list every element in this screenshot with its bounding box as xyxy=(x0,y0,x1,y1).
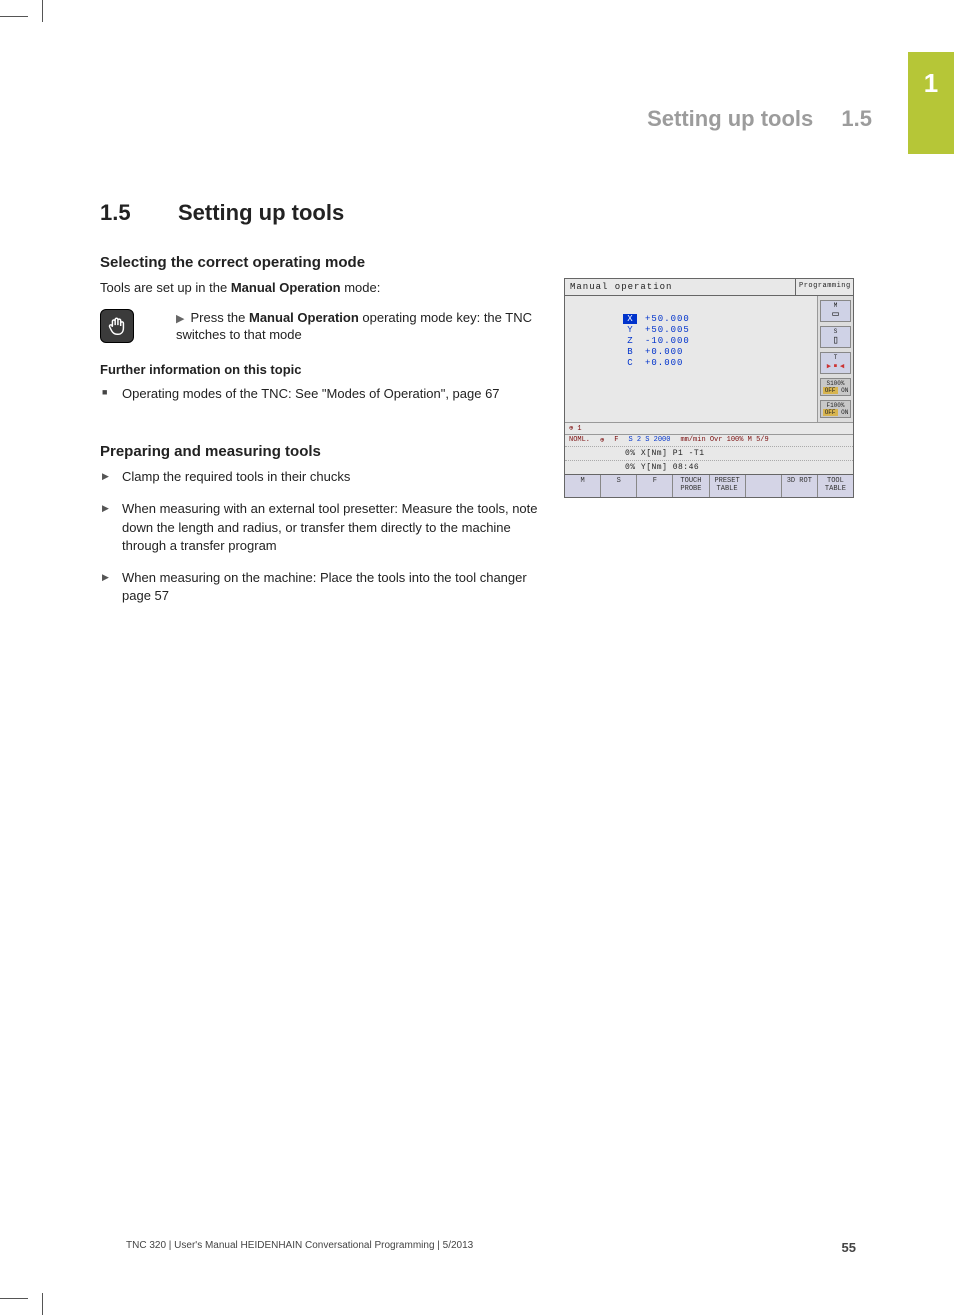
page-footer: TNC 320 | User's Manual HEIDENHAIN Conve… xyxy=(126,1240,856,1255)
screenshot-title-left: Manual operation xyxy=(565,279,795,295)
datum-icon: ⊕ xyxy=(600,436,604,445)
softkey xyxy=(746,475,782,497)
axis-value: +50.005 xyxy=(645,325,690,335)
list-item: Clamp the required tools in their chucks xyxy=(100,468,550,486)
softkey: S xyxy=(601,475,637,497)
side-button: S▯ xyxy=(820,326,851,348)
list-item: When measuring on the machine: Place the… xyxy=(100,569,550,605)
axis-value: +0.000 xyxy=(645,347,683,357)
softkey: TOOL TABLE xyxy=(818,475,853,497)
list-item: Operating modes of the TNC: See "Modes o… xyxy=(100,385,550,403)
axis-value: -10.000 xyxy=(645,336,690,346)
running-header-title: Setting up tools xyxy=(647,106,813,131)
running-header: Setting up tools 1.5 xyxy=(647,106,872,132)
axis-label: C xyxy=(623,358,637,368)
further-info-list: Operating modes of the TNC: See "Modes o… xyxy=(100,385,550,403)
chapter-tab: 1 xyxy=(908,52,954,154)
further-info-heading: Further information on this topic xyxy=(100,362,550,377)
softkey-row: M S F TOUCH PROBE PRESET TABLE 3D ROT TO… xyxy=(565,474,853,497)
status-line: NOML. ⊕ F S 2 S 2000 mm/min Ovr 100% M 5… xyxy=(565,434,853,446)
axis-value: +0.000 xyxy=(645,358,683,368)
axis-label: Z xyxy=(623,336,637,346)
side-button: T▸▪◂ xyxy=(820,352,851,374)
softkey: PRESET TABLE xyxy=(710,475,746,497)
screenshot-sidebar: M▭ S▯ T▸▪◂ S100%OFF ON F100%OFF ON xyxy=(817,296,853,422)
crop-mark xyxy=(0,16,28,17)
axis-label: X xyxy=(623,314,637,324)
softkey: 3D ROT xyxy=(782,475,818,497)
axis-label: B xyxy=(623,347,637,357)
status-line: ⊕ 1 xyxy=(565,422,853,434)
axis-value: +50.000 xyxy=(645,314,690,324)
procedure-list: Clamp the required tools in their chucks… xyxy=(100,468,550,605)
key-instruction-text: ▶Press the Manual Operation operating mo… xyxy=(176,309,550,344)
subsection-heading: Preparing and measuring tools xyxy=(100,443,550,460)
section-title: Setting up tools xyxy=(178,200,344,226)
status-bar: 0% X[Nm] P1 -T1 xyxy=(565,446,853,460)
screenshot-title-right: Programming xyxy=(795,279,853,295)
key-instruction-block: ▶Press the Manual Operation operating mo… xyxy=(100,309,550,344)
override-display: S100%OFF ON xyxy=(820,378,851,396)
status-bar: 0% Y[Nm] 08:46 xyxy=(565,460,853,474)
hand-icon xyxy=(106,315,128,337)
spindle-icon: ▯ xyxy=(821,335,850,347)
crop-mark xyxy=(42,0,43,22)
softkey: M xyxy=(565,475,601,497)
chapter-number: 1 xyxy=(924,68,938,99)
running-header-number: 1.5 xyxy=(841,106,872,131)
axis-label: Y xyxy=(623,325,637,335)
subsection-heading: Selecting the correct operating mode xyxy=(100,254,550,271)
lead-paragraph: Tools are set up in the Manual Operation… xyxy=(100,279,550,297)
softkey: F xyxy=(637,475,673,497)
screenshot-main: X +50.000 Y +50.005 Z -10.000 B +0.000 C +0.0… xyxy=(565,296,853,422)
softkey: TOUCH PROBE xyxy=(673,475,709,497)
side-button: M▭ xyxy=(820,300,851,322)
mill-icon: ▭ xyxy=(821,309,850,321)
page-number: 55 xyxy=(842,1240,856,1255)
override-display: F100%OFF ON xyxy=(820,400,851,418)
main-content: 1.5 Setting up tools Selecting the corre… xyxy=(100,200,550,619)
crop-mark xyxy=(0,1298,28,1299)
tool-icon: ▸▪◂ xyxy=(821,361,850,373)
manual-operation-key-icon xyxy=(100,309,134,343)
section-heading: 1.5 Setting up tools xyxy=(100,200,550,226)
footer-text: TNC 320 | User's Manual HEIDENHAIN Conve… xyxy=(126,1240,473,1255)
triangle-bullet-icon: ▶ xyxy=(176,313,184,325)
screenshot-titlebar: Manual operation Programming xyxy=(565,279,853,296)
embedded-screenshot: Manual operation Programming X +50.000 Y +… xyxy=(564,278,854,498)
crop-mark xyxy=(42,1293,43,1315)
position-display: X +50.000 Y +50.005 Z -10.000 B +0.000 C +0.0… xyxy=(565,296,817,422)
list-item: When measuring with an external tool pre… xyxy=(100,500,550,555)
section-number: 1.5 xyxy=(100,200,178,226)
